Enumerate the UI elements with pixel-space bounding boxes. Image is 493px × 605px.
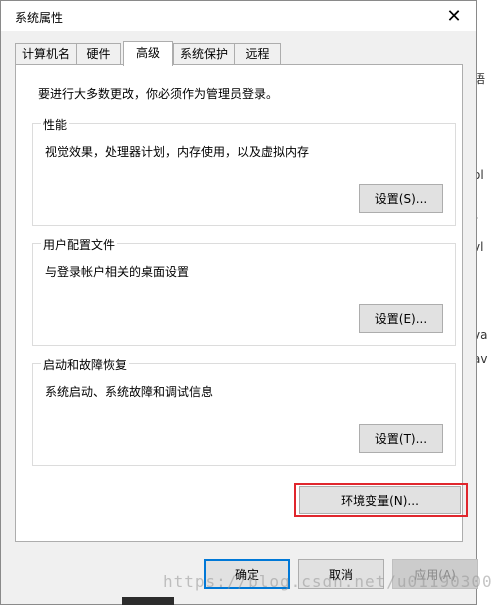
group-title: 性能 [41, 116, 70, 133]
tab-remote[interactable]: 远程 [234, 43, 281, 64]
startup-recovery-settings-button[interactable]: 设置(T)... [359, 424, 443, 453]
group-description: 系统启动、系统故障和调试信息 [45, 385, 214, 399]
group-description: 视觉效果，处理器计划，内存使用，以及虚拟内存 [45, 145, 310, 159]
cancel-button[interactable]: 取消 [298, 559, 384, 589]
user-profiles-group: 用户配置文件 与登录帐户相关的桌面设置 设置(E)... [32, 236, 456, 346]
apply-button[interactable]: 应用(A) [392, 559, 478, 589]
ok-button[interactable]: 确定 [204, 559, 290, 589]
taskbar-fragment [122, 597, 174, 605]
group-title: 用户配置文件 [41, 236, 118, 253]
group-title: 启动和故障恢复 [41, 356, 130, 373]
tab-computer-name[interactable]: 计算机名 [15, 43, 77, 64]
title-bar[interactable]: 系统属性 ✕ [1, 1, 476, 31]
window-title: 系统属性 [15, 11, 64, 25]
performance-settings-button[interactable]: 设置(S)... [359, 184, 443, 213]
tab-hardware[interactable]: 硬件 [76, 43, 121, 64]
system-properties-dialog: 系统属性 ✕ 计算机名 硬件 高级 系统保护 远程 要进行大多数更改，你必须作为… [0, 0, 478, 605]
group-description: 与登录帐户相关的桌面设置 [45, 265, 190, 279]
close-button[interactable]: ✕ [432, 1, 476, 31]
user-profiles-settings-button[interactable]: 设置(E)... [359, 304, 443, 333]
performance-group: 性能 视觉效果，处理器计划，内存使用，以及虚拟内存 设置(S)... [32, 116, 456, 226]
environment-variables-button[interactable]: 环境变量(N)... [299, 486, 461, 514]
tab-advanced[interactable]: 高级 [123, 41, 173, 66]
tab-system-protection[interactable]: 系统保护 [173, 43, 235, 64]
startup-recovery-group: 启动和故障恢复 系统启动、系统故障和调试信息 设置(T)... [32, 356, 456, 466]
admin-notice: 要进行大多数更改，你必须作为管理员登录。 [38, 87, 279, 101]
close-icon: ✕ [446, 5, 462, 27]
advanced-tab-panel: 要进行大多数更改，你必须作为管理员登录。 性能 视觉效果，处理器计划，内存使用，… [15, 64, 463, 542]
